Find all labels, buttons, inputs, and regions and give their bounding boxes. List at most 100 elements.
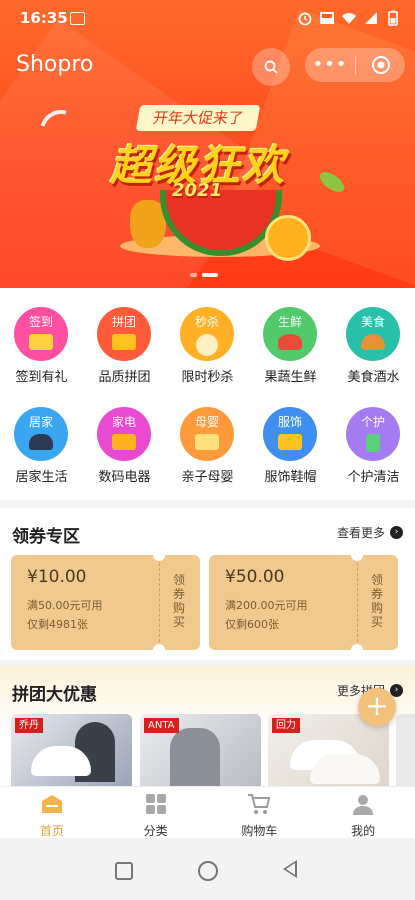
leaf-decoration [316,168,348,196]
category-signin[interactable]: 签到 签到有礼 [0,288,83,388]
category-personal-care[interactable]: 个护 个护清洁 [332,388,415,488]
tab-label: 分类 [143,824,168,838]
category-tag: 拼团 [111,315,136,329]
category-label: 品质拼团 [98,370,151,385]
banner[interactable]: 开年大促来了 超级狂欢 2021 [0,0,415,288]
banner-year: 2021 [172,180,223,201]
coupon-amount: ¥50.00 [225,567,285,587]
baby-icon: 母婴 [180,407,234,461]
claim-coupon-button[interactable]: 领券购买 [369,573,385,629]
status-bar: 16:35 [0,0,415,38]
alarm-icon [298,12,312,26]
cart-icon [248,794,271,814]
bottle-icon: 个护 [346,407,400,461]
category-tag: 美食 [360,315,385,329]
product-card[interactable] [396,714,415,786]
tab-label: 我的 [351,824,376,838]
burger-icon: 美食 [346,307,400,361]
coupon-notch [351,644,363,656]
signal-icon [365,12,377,24]
see-more-label: 查看更多 [336,526,385,540]
category-label: 数码电器 [98,470,151,485]
category-label: 果蔬生鲜 [264,370,317,385]
search-button[interactable] [252,48,290,86]
volte-icon [320,12,334,24]
shirt-icon: 服饰 [263,407,317,461]
more-menu-button[interactable]: ••• [305,48,355,82]
category-tag: 居家 [28,415,53,429]
clock-icon: 秒杀 [180,307,234,361]
category-label: 签到有礼 [15,370,68,385]
coupon-card[interactable]: ¥10.00 满50.00元可用 仅剩4981张 领券购买 [11,549,200,656]
category-tag: 生鲜 [277,315,302,329]
category-label: 个护清洁 [347,470,400,485]
tab-home[interactable]: 首页 [0,787,104,839]
groupbuy-section-title: 拼团大优惠 [12,685,97,705]
category-grid: 签到 签到有礼 拼团 品质拼团 秒杀 限时秒杀 生鲜 果蔬生鲜 美食 美食酒水 [0,288,415,500]
home-icon [41,795,62,813]
user-icon [353,795,374,815]
orange-decoration [265,215,311,261]
coupon-divider [159,563,160,642]
groupbuy-section: 拼团大优惠 更多拼团 › 乔丹 ANTA 回力 [0,666,415,786]
category-tag: 母婴 [194,415,219,429]
tab-label: 首页 [39,824,64,838]
category-food[interactable]: 美食 美食酒水 [332,288,415,388]
product-card[interactable]: ANTA [140,714,261,786]
image-notification-icon [70,12,85,25]
coupon-remaining: 仅剩4981张 [27,618,88,631]
pot-icon: 居家 [14,407,68,461]
product-image [310,754,380,784]
category-fresh[interactable]: 生鲜 果蔬生鲜 [249,288,332,388]
app-brand: Shopro [16,52,94,77]
coupon-card[interactable]: ¥50.00 满200.00元可用 仅剩600张 领券购买 [209,549,398,656]
coupon-condition: 满200.00元可用 [225,599,308,612]
category-tag: 家电 [111,415,136,429]
brand-logo: ANTA [144,718,179,733]
coupon-see-more-link[interactable]: 查看更多 › [337,524,403,541]
banner-tag: 开年大促来了 [135,105,261,131]
ribbon-decoration [32,102,90,160]
category-tag: 服饰 [277,415,302,429]
coupon-section-title: 领券专区 [12,527,80,547]
bag-icon: 拼团 [97,307,151,361]
tab-category[interactable]: 分类 [104,787,208,839]
coupon-condition: 满50.00元可用 [27,599,103,612]
coupon-notch [351,549,363,561]
category-home[interactable]: 居家 居家生活 [0,388,83,488]
category-baby[interactable]: 母婴 亲子母婴 [166,388,249,488]
banner-pagination [190,273,218,277]
category-tag: 签到 [28,315,53,329]
category-group[interactable]: 拼团 品质拼团 [83,288,166,388]
tab-cart[interactable]: 购物车 [208,787,312,839]
tab-profile[interactable]: 我的 [311,787,415,839]
wifi-icon [342,13,356,24]
product-card[interactable]: 乔丹 [11,714,132,786]
category-tag: 秒杀 [194,315,219,329]
coupon-section: 领券专区 查看更多 › ¥10.00 满50.00元可用 仅剩4981张 领券购… [0,508,415,660]
grid-icon [145,794,166,814]
banner-dot-active[interactable] [202,273,218,277]
product-image [170,728,220,786]
category-label: 美食酒水 [347,370,400,385]
miniprogram-capsule: ••• [305,48,405,82]
recent-apps-button[interactable] [115,862,133,880]
banner-dot[interactable] [190,273,197,277]
close-miniprogram-button[interactable] [356,55,405,75]
category-tag: 个护 [360,415,385,429]
system-navigation-bar [0,838,415,900]
category-apparel[interactable]: 服饰 服饰鞋帽 [249,388,332,488]
back-button[interactable] [283,860,297,878]
home-button[interactable] [198,861,218,881]
chevron-right-icon: › [390,526,403,539]
claim-coupon-button[interactable]: 领券购买 [171,573,187,629]
gift-icon: 签到 [14,307,68,361]
category-flashsale[interactable]: 秒杀 限时秒杀 [166,288,249,388]
add-floating-button[interactable]: + [358,688,396,726]
target-icon [371,56,390,74]
status-time: 16:35 [20,9,68,27]
category-label: 居家生活 [15,470,68,485]
brand-logo: 回力 [272,718,300,733]
coupon-notch [153,549,165,561]
category-digital[interactable]: 家电 数码电器 [83,388,166,488]
